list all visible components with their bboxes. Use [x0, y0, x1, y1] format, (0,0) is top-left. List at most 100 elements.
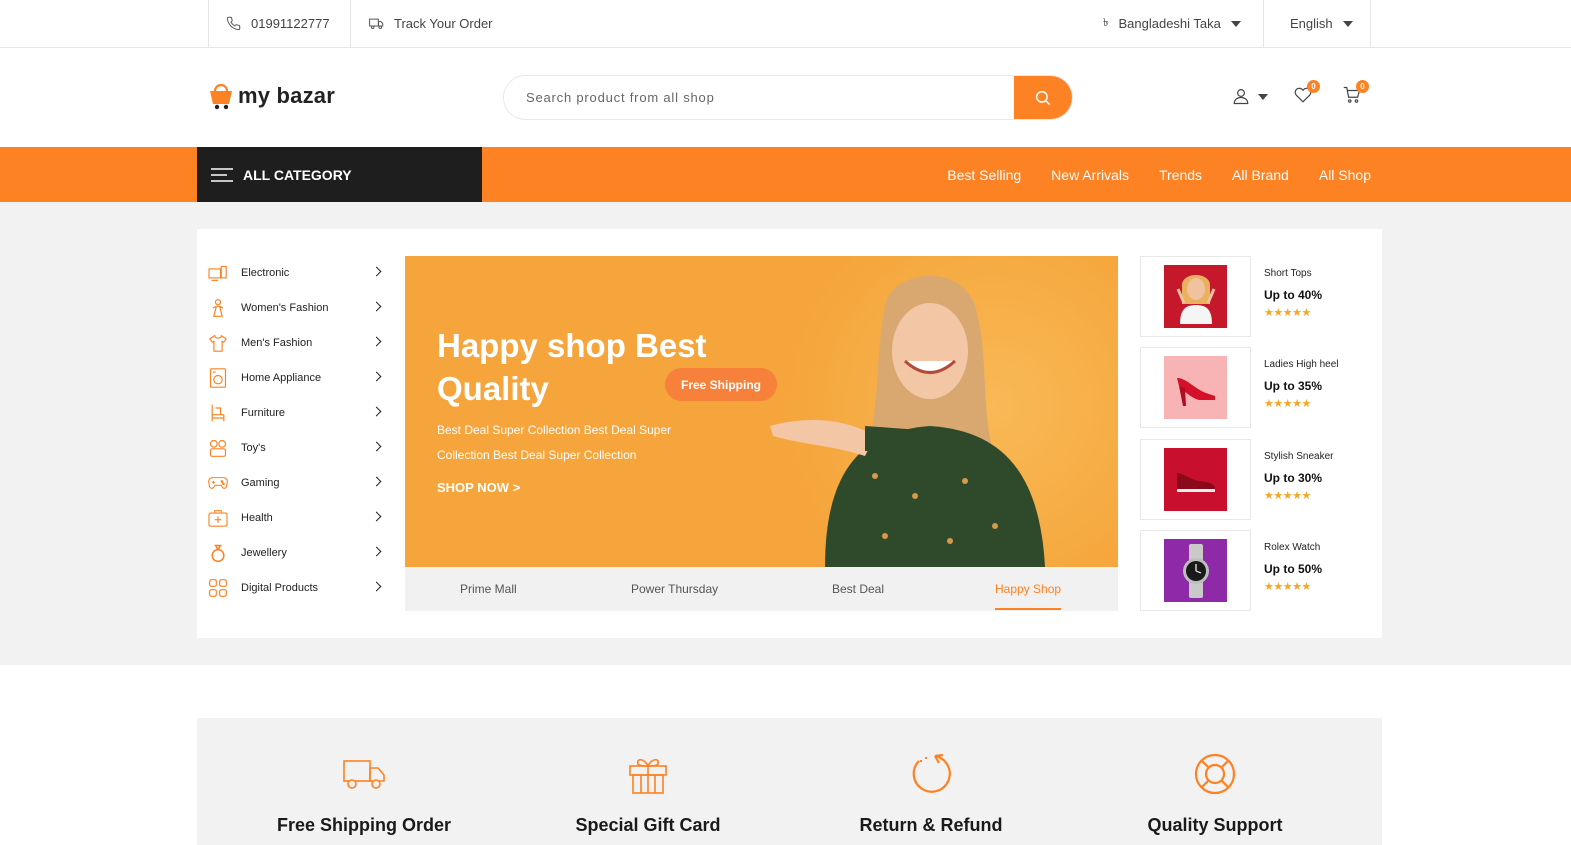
tab-best-deal[interactable]: Best Deal	[832, 567, 884, 611]
banner-model-image	[770, 275, 1045, 567]
search-input[interactable]	[504, 76, 1014, 119]
phone-contact[interactable]: 01991122777	[226, 0, 330, 47]
promo-offer: Up to 35%	[1264, 379, 1323, 393]
all-category-label: ALL CATEGORY	[243, 166, 352, 183]
electronic-icon	[208, 263, 228, 283]
short-tops-image	[1164, 265, 1227, 328]
top-bar: 01991122777 Track Your Order ৳ Banglades…	[0, 0, 1571, 48]
digital-products-icon	[208, 578, 228, 598]
category-item-electronic[interactable]: Electronic	[208, 255, 388, 290]
language-selector[interactable]: English	[1290, 0, 1353, 47]
category-label: Digital Products	[241, 581, 319, 594]
rating-stars: ★★★★★	[1264, 581, 1311, 593]
shop-now-button[interactable]: SHOP NOW >	[437, 480, 520, 495]
category-label: Toy's	[241, 441, 266, 454]
womens-fashion-icon	[208, 298, 228, 318]
currency-selector[interactable]: ৳ Bangladeshi Taka	[1103, 0, 1241, 47]
category-label: Furniture	[241, 406, 286, 419]
free-shipping-badge[interactable]: Free Shipping	[665, 368, 777, 401]
account-menu[interactable]	[1232, 86, 1268, 110]
phone-icon	[226, 16, 241, 31]
cart-count-badge: 0	[1356, 80, 1369, 93]
logo[interactable]: my bazar	[208, 82, 335, 110]
divider	[1370, 0, 1371, 47]
feature-title: Return & Refund	[859, 815, 1003, 835]
all-category-button[interactable]: ALL CATEGORY	[197, 147, 482, 202]
jewellery-icon	[208, 543, 228, 563]
tab-happy-shop[interactable]: Happy Shop	[995, 567, 1062, 611]
refund-icon	[908, 751, 954, 797]
divider	[208, 0, 209, 47]
category-item-jewellery[interactable]: Jewellery	[208, 535, 388, 570]
category-list: Electronic Women's Fashion Men's Fashion…	[208, 255, 388, 605]
chevron-right-icon	[371, 371, 382, 382]
promo-offer: Up to 50%	[1264, 562, 1323, 576]
hero-banner: Happy shop Best Quality Free Shipping Be…	[405, 256, 1118, 567]
tab-power-thursday[interactable]: Power Thursday	[631, 567, 718, 611]
furniture-icon	[208, 403, 228, 423]
tab-prime-mall[interactable]: Prime Mall	[460, 567, 517, 611]
promo-card[interactable]: Ladies High heel Up to 35% ★★★★★	[1140, 347, 1340, 428]
category-label: Men's Fashion	[241, 336, 313, 349]
nav-link-all-brand[interactable]: All Brand	[1232, 167, 1289, 183]
search-icon	[1035, 90, 1051, 105]
category-item-toys[interactable]: Toy's	[208, 430, 388, 465]
gaming-icon	[208, 473, 228, 493]
promo-name: Rolex Watch	[1264, 542, 1321, 553]
category-item-gaming[interactable]: Gaming	[208, 465, 388, 500]
health-icon	[208, 508, 228, 528]
category-label: Home Appliance	[241, 371, 322, 384]
banner-description: Best Deal Super Collection Best Deal Sup…	[437, 423, 672, 462]
feature-title: Quality Support	[1147, 815, 1283, 835]
category-label: Electronic	[241, 266, 290, 279]
features-section: Free Shipping Order Special Gift Card Re…	[197, 718, 1382, 845]
feature-title: Free Shipping Order	[276, 815, 452, 835]
currency-label: Bangladeshi Taka	[1118, 16, 1221, 31]
nav-link-best-selling[interactable]: Best Selling	[947, 167, 1021, 183]
high-heel-image	[1164, 356, 1227, 419]
category-item-digital-products[interactable]: Digital Products	[208, 570, 388, 605]
chevron-right-icon	[371, 441, 382, 452]
chevron-right-icon	[371, 546, 382, 557]
feature-free-shipping: Free Shipping Order	[216, 718, 512, 845]
wishlist-count-badge: 0	[1307, 80, 1320, 93]
promo-name: Stylish Sneaker	[1264, 451, 1334, 462]
category-item-mens-fashion[interactable]: Men's Fashion	[208, 325, 388, 360]
nav-link-all-shop[interactable]: All Shop	[1319, 167, 1371, 183]
promo-card[interactable]: Stylish Sneaker Up to 30% ★★★★★	[1140, 439, 1340, 520]
truck-icon	[341, 751, 387, 797]
divider	[350, 0, 351, 47]
search-button[interactable]	[1014, 76, 1072, 119]
gift-icon	[625, 751, 671, 797]
feature-title: Special Gift Card	[575, 815, 721, 835]
category-item-womens-fashion[interactable]: Women's Fashion	[208, 290, 388, 325]
user-icon	[1233, 89, 1249, 105]
category-item-furniture[interactable]: Furniture	[208, 395, 388, 430]
chevron-right-icon	[371, 301, 382, 312]
nav-link-trends[interactable]: Trends	[1159, 167, 1202, 183]
promo-card[interactable]: Short Tops Up to 40% ★★★★★	[1140, 256, 1340, 337]
track-order-link[interactable]: Track Your Order	[369, 0, 493, 47]
wishlist-button[interactable]: 0	[1294, 80, 1320, 110]
promo-name: Short Tops	[1264, 268, 1312, 279]
feature-return-refund: Return & Refund	[783, 718, 1079, 845]
promo-offer: Up to 30%	[1264, 471, 1323, 485]
home-appliance-icon	[208, 367, 228, 388]
chevron-right-icon	[371, 581, 382, 592]
menu-icon	[211, 167, 233, 182]
watch-image	[1164, 539, 1227, 602]
chevron-down-icon	[1258, 94, 1268, 100]
promo-offer: Up to 40%	[1264, 288, 1323, 302]
category-label: Women's Fashion	[241, 301, 329, 314]
chevron-right-icon	[371, 476, 382, 487]
category-item-health[interactable]: Health	[208, 500, 388, 535]
chevron-right-icon	[371, 406, 382, 417]
sneaker-image	[1164, 448, 1227, 511]
category-label: Gaming	[241, 476, 280, 489]
nav-links: Best Selling New Arrivals Trends All Bra…	[917, 147, 1371, 202]
promo-card[interactable]: Rolex Watch Up to 50% ★★★★★	[1140, 530, 1340, 611]
cart-button[interactable]: 0	[1343, 80, 1369, 110]
nav-link-new-arrivals[interactable]: New Arrivals	[1051, 167, 1129, 183]
chevron-right-icon	[371, 511, 382, 522]
category-item-home-appliance[interactable]: Home Appliance	[208, 360, 388, 395]
